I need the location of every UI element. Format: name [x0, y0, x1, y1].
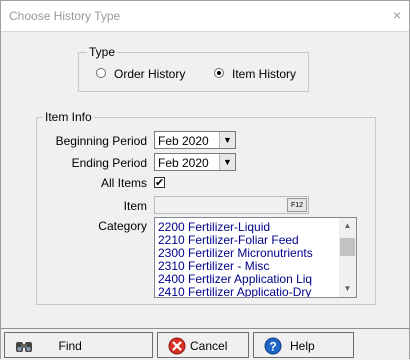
item-input: F12 — [154, 196, 309, 214]
scroll-down-icon[interactable]: ▼ — [339, 281, 356, 297]
help-button[interactable]: ? Help — [253, 332, 354, 358]
help-icon: ? — [264, 337, 282, 355]
list-item[interactable]: 2210 Fertilizer-Foliar Feed — [158, 233, 299, 247]
type-group-legend: Type — [87, 45, 118, 59]
chevron-down-icon[interactable]: ▼ — [219, 132, 235, 148]
title-bar: Choose History Type × — [1, 1, 409, 31]
scroll-up-icon[interactable]: ▲ — [339, 218, 356, 234]
button-bar: Find Cancel ? Help — [1, 328, 409, 360]
item-label: Item — [123, 199, 147, 213]
find-label: Find — [58, 339, 82, 353]
ending-period-label: Ending Period — [71, 156, 147, 170]
close-icon[interactable]: × — [393, 7, 401, 23]
category-label: Category — [98, 219, 147, 233]
list-item[interactable]: 2200 Fertilizer-Liquid — [158, 220, 270, 234]
item-info-legend: Item Info — [43, 110, 94, 124]
type-group: Type Order History Item History — [78, 45, 309, 92]
beginning-period-label: Beginning Period — [55, 134, 147, 148]
all-items-checkbox[interactable]: ✔ — [154, 177, 165, 189]
find-button[interactable]: Find — [4, 332, 153, 358]
dialog-window: Choose History Type × Type Order History… — [0, 0, 410, 360]
f12-lookup-button[interactable]: F12 — [287, 198, 307, 212]
svg-text:?: ? — [269, 340, 276, 354]
category-listbox[interactable]: 2200 Fertilizer-Liquid 2210 Fertilizer-F… — [154, 217, 357, 298]
list-item[interactable]: 2300 Fertilizer Micronutrients — [158, 246, 313, 260]
beginning-period-value: Feb 2020 — [158, 134, 209, 148]
beginning-period-select[interactable]: Feb 2020 ▼ — [154, 131, 236, 149]
item-history-radio[interactable] — [214, 68, 224, 78]
cancel-label: Cancel — [190, 339, 228, 353]
category-scrollbar[interactable]: ▲ ▼ — [339, 218, 356, 297]
list-item[interactable]: 2410 Fertilizer Applicatio-Dry — [158, 285, 311, 297]
all-items-label: All Items — [100, 176, 147, 190]
binoculars-icon — [16, 342, 32, 352]
ending-period-select[interactable]: Feb 2020 ▼ — [154, 153, 236, 171]
cancel-icon — [168, 337, 186, 355]
window-title: Choose History Type — [9, 9, 121, 23]
radio-selected-dot — [217, 71, 221, 75]
cancel-button[interactable]: Cancel — [157, 332, 249, 358]
list-item[interactable]: 2310 Fertilizer - Misc — [158, 259, 269, 273]
item-history-label[interactable]: Item History — [232, 67, 296, 81]
order-history-radio[interactable] — [96, 68, 106, 78]
list-item[interactable]: 2400 Fertlizer Application Liq — [158, 272, 312, 286]
help-label: Help — [290, 339, 315, 353]
chevron-down-icon[interactable]: ▼ — [219, 154, 235, 170]
ending-period-value: Feb 2020 — [158, 156, 209, 170]
scroll-thumb[interactable] — [340, 238, 355, 256]
order-history-label[interactable]: Order History — [114, 67, 185, 81]
